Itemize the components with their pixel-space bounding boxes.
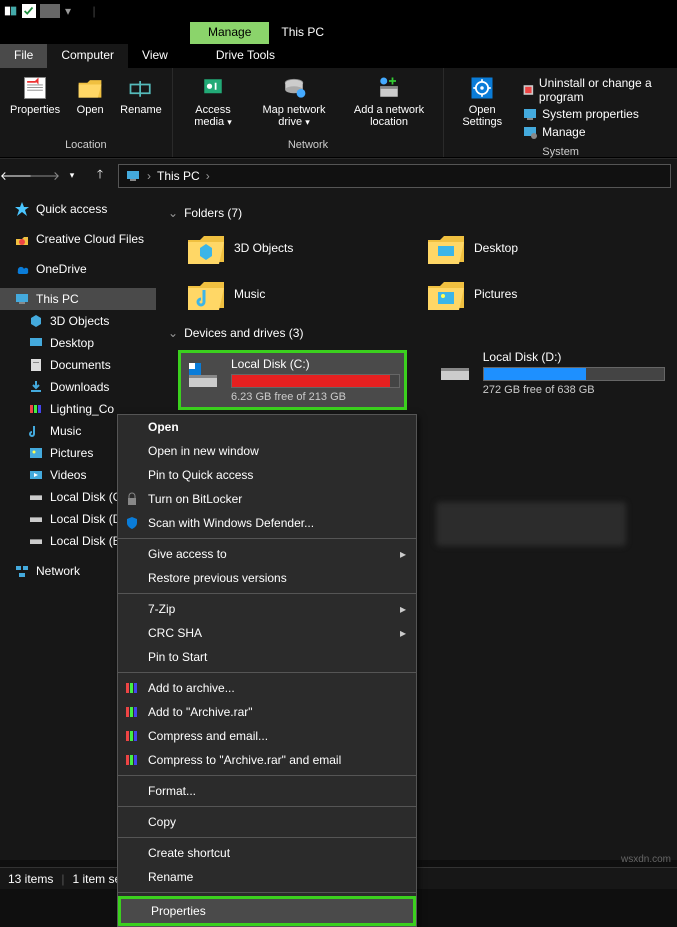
- properties-button[interactable]: Properties: [6, 72, 64, 118]
- ctx-separator: [118, 837, 416, 838]
- open-settings-button[interactable]: Open Settings: [450, 72, 514, 130]
- ctx-defender[interactable]: Scan with Windows Defender...: [118, 511, 416, 535]
- drive-c-free: 6.23 GB free of 213 GB: [231, 391, 400, 403]
- rename-button[interactable]: Rename: [116, 72, 166, 118]
- ctx-separator: [118, 672, 416, 673]
- ctx-separator: [118, 538, 416, 539]
- sidebar-item-3d-objects[interactable]: 3D Objects: [0, 310, 156, 332]
- files-icon: [4, 4, 18, 18]
- breadcrumb[interactable]: › This PC ›: [118, 164, 671, 188]
- chevron-right-icon: ▸: [400, 602, 406, 616]
- folder-pictures[interactable]: Pictures: [426, 276, 626, 312]
- folders-section-header[interactable]: ⌄Folders (7): [168, 206, 665, 220]
- back-button[interactable]: 🡐: [6, 166, 26, 186]
- ctx-crc-sha[interactable]: CRC SHA▸: [118, 621, 416, 645]
- drive-tools-tab[interactable]: Drive Tools: [204, 44, 287, 68]
- ctx-restore-versions[interactable]: Restore previous versions: [118, 566, 416, 590]
- folder-music[interactable]: Music: [186, 276, 386, 312]
- quick-access-toolbar: ▾ |: [0, 0, 677, 22]
- ctx-create-shortcut[interactable]: Create shortcut: [118, 841, 416, 865]
- folder-desktop[interactable]: Desktop: [426, 230, 626, 266]
- chevron-down-icon: ⌄: [168, 326, 178, 340]
- ctx-pin-start[interactable]: Pin to Start: [118, 645, 416, 669]
- file-tab[interactable]: File: [0, 44, 47, 68]
- drive-c[interactable]: Local Disk (C:) 6.23 GB free of 213 GB: [178, 350, 407, 410]
- rar-icon: [124, 752, 140, 768]
- rar-icon: [124, 704, 140, 720]
- sidebar-item-desktop[interactable]: Desktop: [0, 332, 156, 354]
- ctx-add-archive[interactable]: Add to archive...: [118, 676, 416, 700]
- shield-icon: [124, 515, 140, 531]
- ctx-compress-rar-email[interactable]: Compress to "Archive.rar" and email: [118, 748, 416, 772]
- sidebar-item-this-pc[interactable]: This PC: [0, 288, 156, 310]
- ctx-format[interactable]: Format...: [118, 779, 416, 803]
- chevron-right-icon: ▸: [400, 626, 406, 640]
- ctx-properties[interactable]: Properties: [118, 896, 416, 926]
- window-title: This PC: [269, 22, 336, 44]
- ctx-separator: [118, 892, 416, 893]
- ctx-rename[interactable]: Rename: [118, 865, 416, 889]
- context-menu: Open Open in new window Pin to Quick acc…: [117, 414, 417, 927]
- drive-c-usage-bar: [231, 374, 400, 388]
- drive-d-free: 272 GB free of 638 GB: [483, 384, 665, 396]
- drive-d-usage-bar: [483, 367, 665, 381]
- ctx-separator: [118, 593, 416, 594]
- status-item-count: 13 items: [8, 872, 53, 886]
- ribbon-group-location: Properties Open Rename Location: [0, 68, 173, 157]
- ribbon-group-network: Access media ▾ Map network drive ▾ Add a…: [173, 68, 445, 157]
- ctx-copy[interactable]: Copy: [118, 810, 416, 834]
- ctx-bitlocker[interactable]: Turn on BitLocker: [118, 487, 416, 511]
- ctx-open[interactable]: Open: [118, 415, 416, 439]
- ctx-open-new-window[interactable]: Open in new window: [118, 439, 416, 463]
- computer-tab[interactable]: Computer: [47, 44, 128, 68]
- access-media-button[interactable]: Access media ▾: [179, 72, 248, 130]
- drive-d-name: Local Disk (D:): [483, 350, 665, 364]
- qat-divider: |: [90, 4, 98, 18]
- view-tab[interactable]: View: [128, 44, 182, 68]
- ctx-pin-quick-access[interactable]: Pin to Quick access: [118, 463, 416, 487]
- rar-icon: [124, 728, 140, 744]
- devices-section-header[interactable]: ⌄Devices and drives (3): [168, 326, 665, 340]
- ctx-add-rar[interactable]: Add to "Archive.rar": [118, 700, 416, 724]
- ribbon-tabs: File Computer View Drive Tools: [0, 44, 677, 68]
- up-button[interactable]: 🡑: [90, 166, 110, 186]
- ctx-compress-email[interactable]: Compress and email...: [118, 724, 416, 748]
- bitlocker-icon: [124, 491, 140, 507]
- forward-button[interactable]: 🡒: [34, 166, 54, 186]
- watermark: wsxdn.com: [621, 854, 671, 865]
- chevron-down-icon: ⌄: [168, 206, 178, 220]
- sidebar-item-creative-cloud[interactable]: Creative Cloud Files: [0, 228, 156, 250]
- drive-d[interactable]: Local Disk (D:) 272 GB free of 638 GB: [437, 350, 665, 410]
- context-tab-row: Manage This PC: [0, 22, 677, 44]
- recent-dropdown[interactable]: ▾: [62, 166, 82, 186]
- qat-dropdown[interactable]: ▾: [64, 4, 72, 18]
- manage-button[interactable]: Manage: [522, 124, 667, 140]
- system-properties-button[interactable]: System properties: [522, 106, 667, 122]
- ctx-give-access[interactable]: Give access to▸: [118, 542, 416, 566]
- ctx-separator: [118, 775, 416, 776]
- sidebar-item-downloads[interactable]: Downloads: [0, 376, 156, 398]
- blank-icon: [40, 4, 60, 18]
- pc-icon: [125, 168, 141, 184]
- manage-context-tab[interactable]: Manage: [190, 22, 269, 44]
- add-network-location-button[interactable]: Add a network location: [341, 72, 438, 130]
- blurred-drive: [436, 502, 626, 546]
- uninstall-button[interactable]: Uninstall or change a program: [522, 76, 667, 104]
- ctx-separator: [118, 806, 416, 807]
- address-bar: 🡐 🡒 ▾ 🡑 › This PC ›: [0, 158, 677, 192]
- rar-icon: [124, 680, 140, 696]
- drive-c-name: Local Disk (C:): [231, 357, 400, 371]
- ctx-7zip[interactable]: 7-Zip▸: [118, 597, 416, 621]
- sidebar-item-quick-access[interactable]: Quick access: [0, 198, 156, 220]
- ribbon-group-system: Open Settings Uninstall or change a prog…: [444, 68, 677, 157]
- sidebar-item-documents[interactable]: Documents: [0, 354, 156, 376]
- sidebar-item-onedrive[interactable]: OneDrive: [0, 258, 156, 280]
- chevron-right-icon: ▸: [400, 547, 406, 561]
- check-icon: [22, 4, 36, 18]
- breadcrumb-item[interactable]: This PC: [157, 169, 200, 183]
- folder-3d-objects[interactable]: 3D Objects: [186, 230, 386, 266]
- map-drive-button[interactable]: Map network drive ▾: [251, 72, 337, 130]
- ribbon: Properties Open Rename Location Access m…: [0, 68, 677, 158]
- open-button[interactable]: Open: [68, 72, 112, 118]
